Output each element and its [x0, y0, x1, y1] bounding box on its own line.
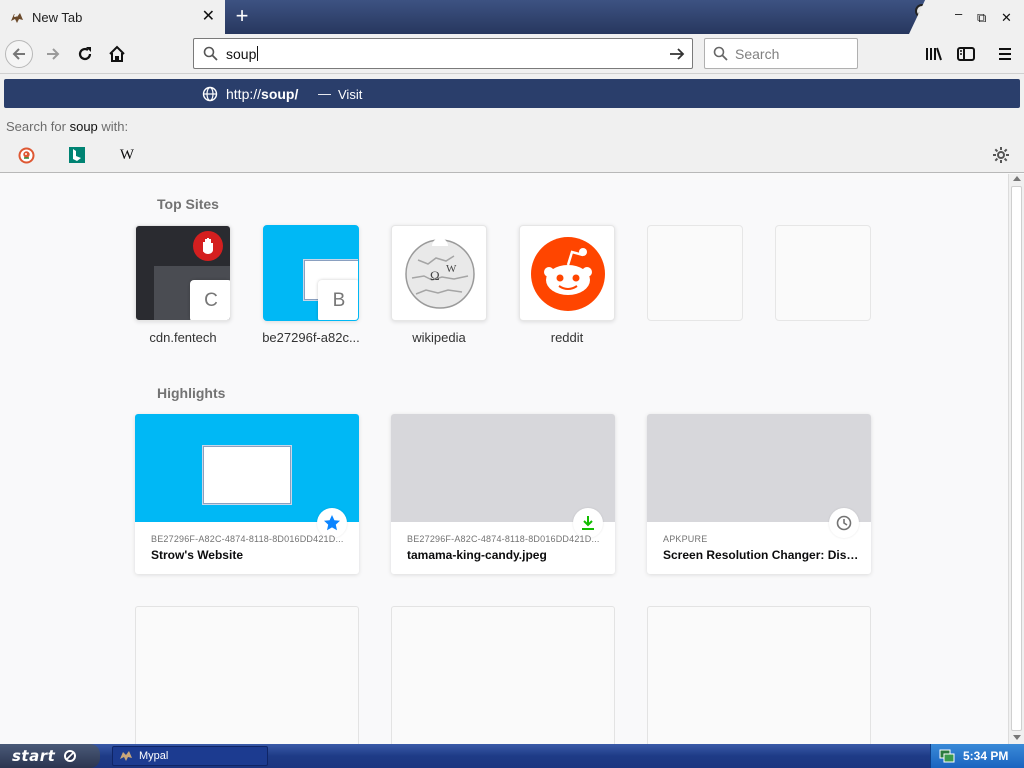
- highlight-source: BE27296F-A82C-4874-8118-8D016DD421D...: [407, 534, 600, 544]
- visit-suggestion-row[interactable]: http://soup/ — Visit: [4, 79, 1020, 108]
- hamburger-menu-icon: [999, 48, 1011, 60]
- empty-top-site-tile[interactable]: [647, 225, 743, 321]
- network-icon[interactable]: [939, 748, 955, 764]
- taskbar-item-mypal[interactable]: Mypal: [112, 746, 268, 766]
- window-close-icon[interactable]: ✕: [1001, 10, 1012, 26]
- highlight-thumbnail: [647, 414, 871, 522]
- empty-highlight-card: [135, 606, 359, 744]
- empty-highlight-card: [647, 606, 871, 744]
- forward-arrow-icon: [47, 48, 60, 60]
- highlight-title: Strow's Website: [151, 548, 243, 562]
- autocomplete-popup: http://soup/ — Visit Search for soup wit…: [0, 74, 1024, 173]
- home-button[interactable]: [103, 40, 131, 68]
- reload-button[interactable]: [71, 40, 99, 68]
- top-site-label: reddit: [550, 330, 584, 345]
- highlight-thumbnail: [391, 414, 615, 522]
- mypal-icon: [11, 12, 23, 23]
- highlight-card[interactable]: BE27296F-A82C-4874-8118-8D016DD421D... S…: [135, 414, 359, 574]
- system-tray: 5:34 PM: [930, 744, 1024, 768]
- restore-icon[interactable]: ⧉: [977, 10, 986, 26]
- search-icon: [203, 46, 218, 61]
- suggestion-separator: —: [318, 86, 331, 101]
- sidebar-button[interactable]: [952, 40, 980, 68]
- scroll-down-arrow-icon[interactable]: [1013, 735, 1021, 740]
- suggestion-url: http://soup/: [226, 86, 299, 102]
- go-arrow-icon[interactable]: [668, 45, 686, 63]
- top-site-tile[interactable]: C: [135, 225, 231, 321]
- mypal-icon: [120, 751, 132, 761]
- wikipedia-globe-icon: ΩW: [405, 238, 475, 309]
- site-letter-badge: C: [190, 280, 230, 320]
- highlight-card[interactable]: BE27296F-A82C-4874-8118-8D016DD421D... t…: [391, 414, 615, 574]
- bing-icon[interactable]: [68, 146, 86, 164]
- taskbar-item-label: Mypal: [139, 750, 169, 762]
- library-button[interactable]: [920, 40, 948, 68]
- highlight-card[interactable]: APKPURE Screen Resolution Changer: Disp.…: [647, 414, 871, 574]
- stop-hand-icon: [193, 231, 223, 261]
- home-icon: [109, 45, 125, 62]
- forward-button[interactable]: [39, 40, 67, 68]
- sidebar-icon: [957, 47, 975, 61]
- highlight-title: tamama-king-candy.jpeg: [407, 548, 547, 562]
- scroll-up-arrow-icon[interactable]: [1013, 176, 1021, 181]
- search-with-label: Search for soup with:: [6, 119, 129, 134]
- close-icon[interactable]: ✕: [202, 9, 215, 25]
- back-button[interactable]: [5, 40, 33, 68]
- empty-highlight-card: [391, 606, 615, 744]
- top-site-tile[interactable]: ΩW: [391, 225, 487, 321]
- gear-icon[interactable]: [992, 146, 1010, 164]
- globe-icon: [202, 86, 218, 102]
- taskbar: start Mypal 5:34 PM: [0, 744, 1024, 768]
- back-arrow-icon: [12, 48, 25, 60]
- vertical-scrollbar[interactable]: [1008, 174, 1024, 744]
- start-label: start: [12, 747, 56, 765]
- new-tab-page: Top Sites C cdn.fentech B be27296f-a82c.…: [0, 174, 1008, 744]
- top-site-tile[interactable]: B: [263, 225, 359, 321]
- site-letter-badge: B: [318, 280, 358, 320]
- highlight-source: BE27296F-A82C-4874-8118-8D016DD421D...: [151, 534, 344, 544]
- svg-text:W: W: [446, 263, 457, 275]
- reload-icon: [78, 47, 92, 61]
- reddit-icon: [531, 237, 605, 311]
- scrollbar-thumb[interactable]: [1011, 186, 1022, 731]
- top-sites-heading: Top Sites: [157, 196, 219, 212]
- tab-new-tab[interactable]: New Tab ✕: [0, 0, 225, 35]
- top-site-label: cdn.fentech: [149, 330, 217, 345]
- svg-text:Ω: Ω: [430, 268, 440, 283]
- highlights-heading: Highlights: [157, 385, 226, 401]
- wikipedia-icon[interactable]: W: [118, 146, 136, 164]
- minimize-icon[interactable]: ‒: [955, 6, 962, 21]
- clock[interactable]: 5:34 PM: [963, 749, 1008, 763]
- start-button[interactable]: start: [0, 744, 100, 768]
- search-icon: [713, 46, 728, 61]
- suggestion-action: Visit: [338, 87, 363, 102]
- navigation-toolbar: soup: [0, 34, 1024, 74]
- menu-button[interactable]: [991, 40, 1019, 68]
- start-logo-icon: [64, 750, 77, 762]
- top-site-label: wikipedia: [412, 330, 466, 345]
- top-site-label: be27296f-a82c...: [262, 330, 360, 345]
- highlight-source: APKPURE: [663, 534, 708, 544]
- highlight-title: Screen Resolution Changer: Disp...: [663, 548, 859, 562]
- duckduckgo-icon[interactable]: [17, 146, 35, 164]
- plus-icon[interactable]: +: [232, 5, 252, 27]
- url-bar[interactable]: soup: [193, 38, 693, 69]
- url-input-value[interactable]: soup: [226, 46, 259, 62]
- title-bar: New Tab ✕ + ‒ ⧉ ✕: [0, 0, 1024, 35]
- library-icon: [926, 47, 942, 61]
- search-box[interactable]: [704, 38, 858, 69]
- top-site-tile[interactable]: [519, 225, 615, 321]
- highlight-thumbnail: [135, 414, 359, 522]
- search-input[interactable]: [735, 45, 853, 63]
- empty-top-site-tile[interactable]: [775, 225, 871, 321]
- tab-title: New Tab: [32, 10, 83, 25]
- window-controls: ‒ ⧉ ✕: [909, 0, 1024, 34]
